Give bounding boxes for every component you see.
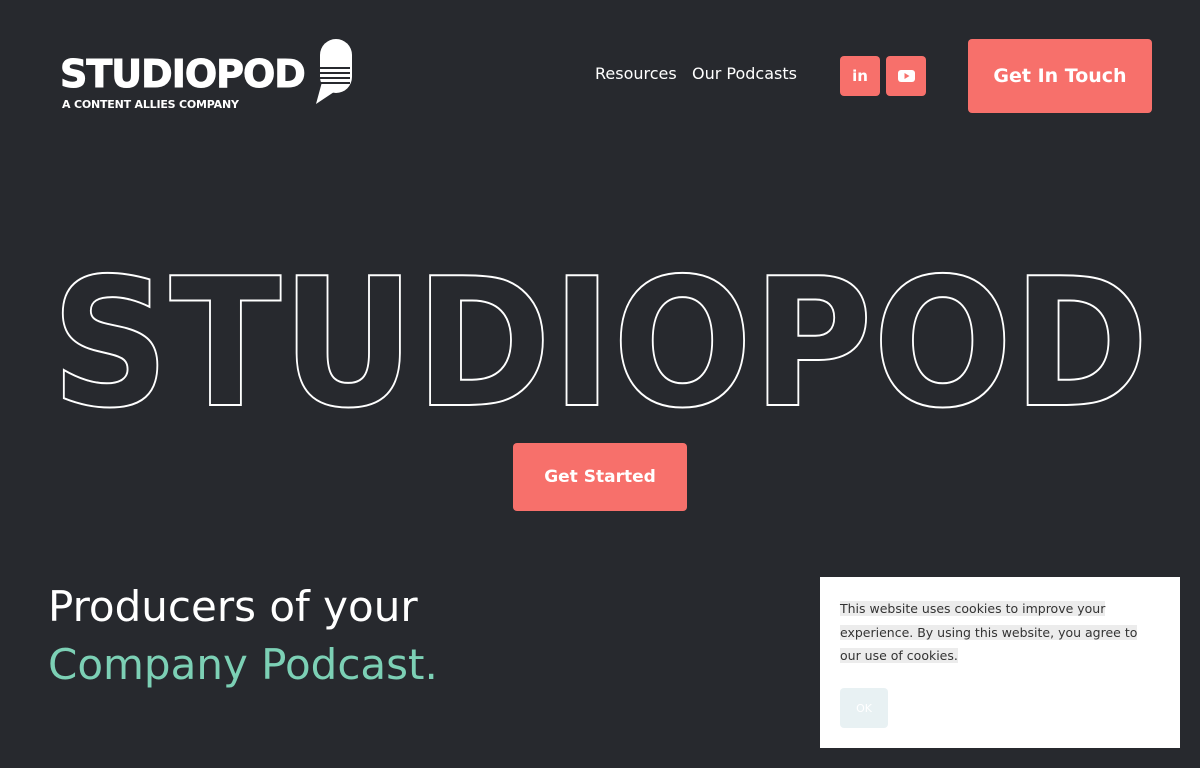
hero-outline-title: STUDIOPOD xyxy=(50,250,1150,420)
nav-link-our-podcasts[interactable]: Our Podcasts xyxy=(692,64,797,88)
get-started-button[interactable]: Get Started xyxy=(513,443,687,511)
linkedin-button[interactable]: in xyxy=(840,56,880,96)
hero-headline: Producers of your Company Podcast. xyxy=(48,578,438,694)
hero-outline-text: STUDIOPOD xyxy=(51,250,1149,420)
get-in-touch-button[interactable]: Get In Touch xyxy=(968,39,1152,113)
microphone-bubble-icon xyxy=(316,39,352,104)
linkedin-icon: in xyxy=(852,66,868,85)
cookie-ok-button[interactable]: OK xyxy=(840,688,888,728)
site-logo[interactable]: STUDIOPOD A CONTENT ALLIES COMPANY xyxy=(60,38,360,111)
headline-line-1: Producers of your xyxy=(48,582,418,631)
cookie-message-text: This website uses cookies to improve you… xyxy=(840,601,1138,663)
logo-wordmark: STUDIOPOD xyxy=(60,52,307,96)
headline-line-2: Company Podcast. xyxy=(48,640,438,689)
youtube-icon xyxy=(897,70,915,82)
logo-tagline: A CONTENT ALLIES COMPANY xyxy=(62,98,239,111)
youtube-button[interactable] xyxy=(886,56,926,96)
nav-link-resources[interactable]: Resources xyxy=(595,64,677,88)
cookie-message: This website uses cookies to improve you… xyxy=(840,597,1155,668)
cookie-banner: This website uses cookies to improve you… xyxy=(820,577,1180,748)
